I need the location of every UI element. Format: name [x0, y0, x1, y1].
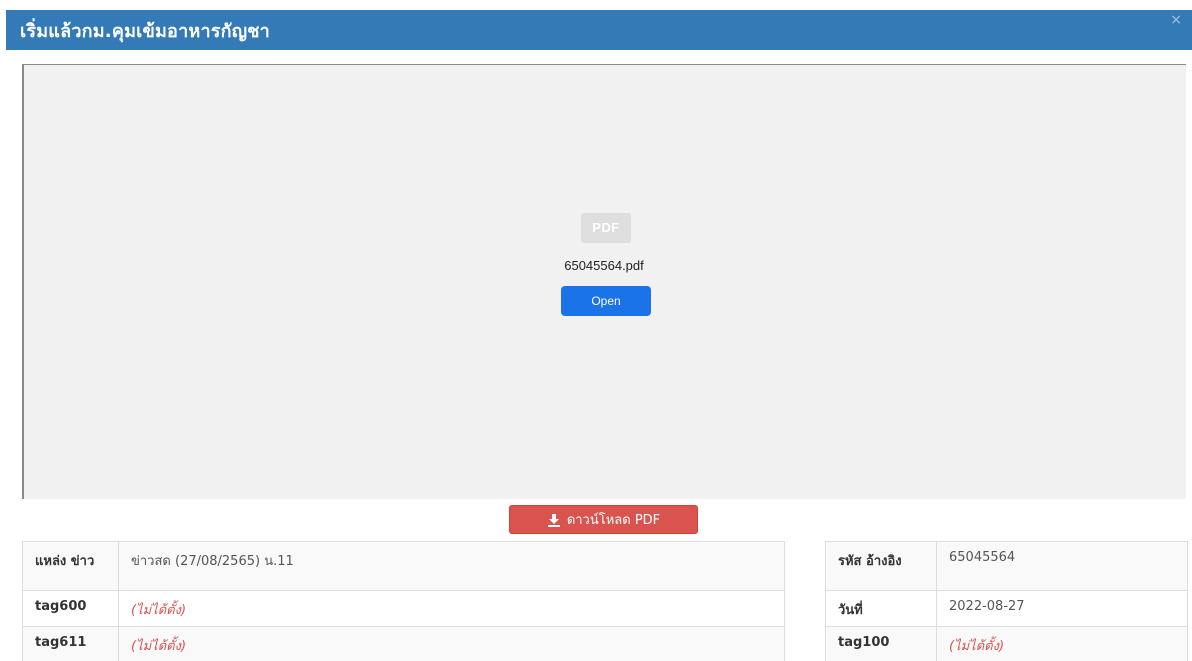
pdf-viewer: PDF 65045564.pdf Open	[22, 64, 1186, 499]
field-value: 65045564	[936, 541, 1188, 591]
field-label: รหัส อ้างอิง	[825, 541, 937, 591]
field-label: แหล่ง ข่าว	[22, 541, 119, 591]
field-value: (ไม่ได้ตั้ง)	[118, 590, 785, 627]
table-row: แหล่ง ข่าว ข่าวสด (27/08/2565) น.11	[22, 541, 785, 591]
download-pdf-label: ดาวน์โหลด PDF	[566, 513, 661, 528]
reference-info-table: รหัส อ้างอิง 65045564 วันที่ 2022-08-27 …	[825, 541, 1188, 661]
field-label: tag611	[22, 626, 119, 661]
table-row: tag611 (ไม่ได้ตั้ง)	[22, 626, 785, 661]
download-icon	[547, 513, 560, 527]
pdf-file-icon: PDF	[581, 213, 631, 243]
field-value: (ไม่ได้ตั้ง)	[118, 626, 785, 661]
download-pdf-button[interactable]: ดาวน์โหลด PDF	[509, 505, 698, 534]
modal-title: เริ่มแล้วกม.คุมเข้มอาหารกัญชา	[20, 21, 270, 42]
open-button[interactable]: Open	[561, 286, 651, 316]
field-label: วันที่	[825, 590, 937, 627]
field-value: 2022-08-27	[936, 590, 1188, 627]
field-label: tag100	[825, 626, 937, 661]
close-button[interactable]: ×	[1170, 12, 1182, 28]
table-row: tag600 (ไม่ได้ตั้ง)	[22, 590, 785, 627]
pdf-file-name: 65045564.pdf	[564, 258, 644, 273]
field-label: tag600	[22, 590, 119, 627]
table-row: วันที่ 2022-08-27	[825, 590, 1188, 627]
field-value: ข่าวสด (27/08/2565) น.11	[118, 541, 785, 591]
table-row: tag100 (ไม่ได้ตั้ง)	[825, 626, 1188, 661]
field-value: (ไม่ได้ตั้ง)	[936, 626, 1188, 661]
modal-header: เริ่มแล้วกม.คุมเข้มอาหารกัญชา ×	[6, 10, 1192, 50]
table-row: รหัส อ้างอิง 65045564	[825, 541, 1188, 591]
news-info-table: แหล่ง ข่าว ข่าวสด (27/08/2565) น.11 tag6…	[22, 541, 785, 661]
